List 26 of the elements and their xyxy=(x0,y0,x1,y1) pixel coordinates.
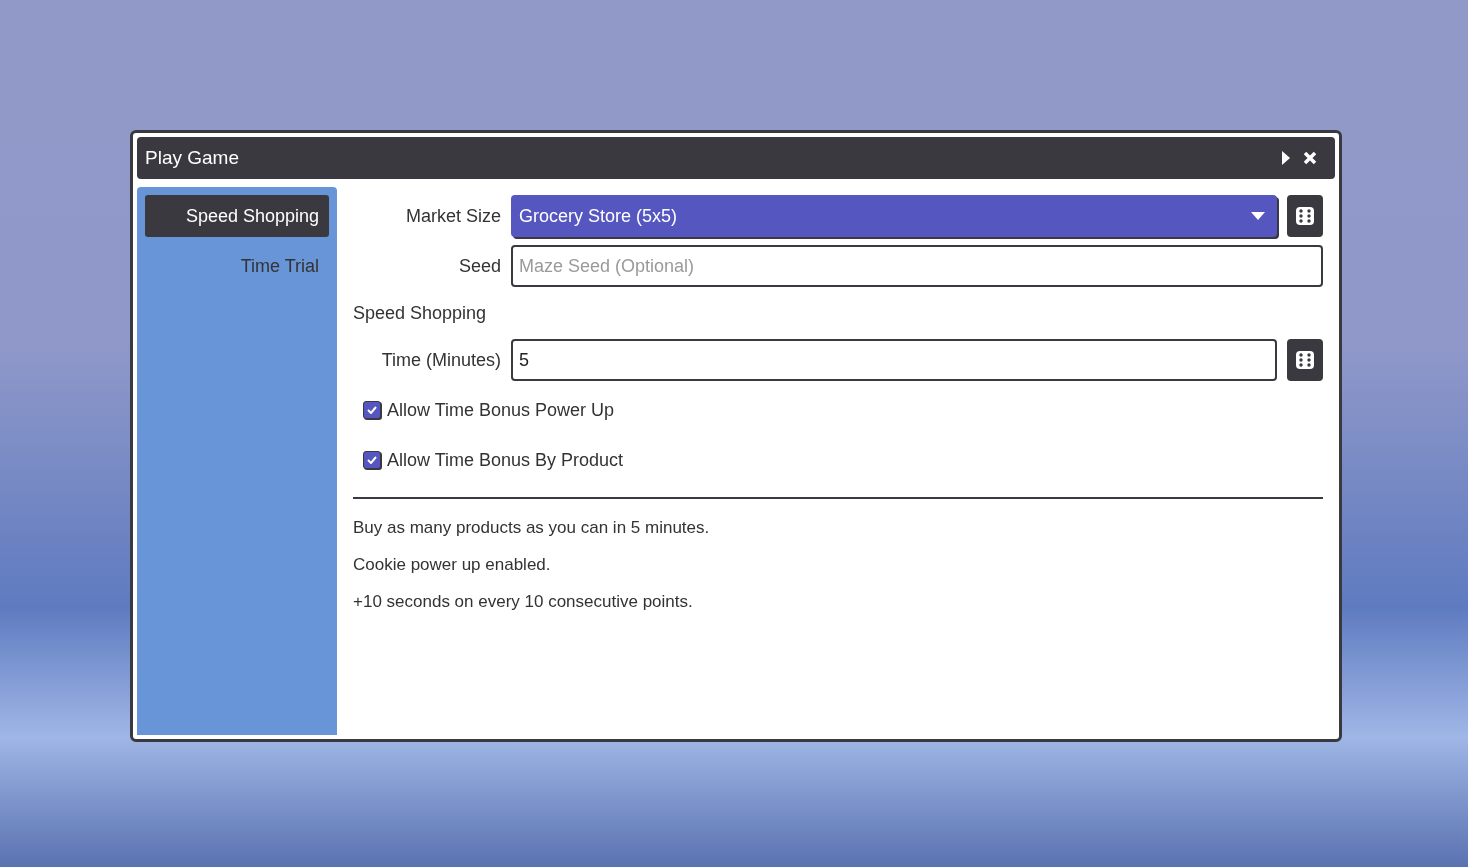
checkbox-label: Allow Time Bonus Power Up xyxy=(387,399,615,421)
dice-icon xyxy=(1295,350,1315,370)
caret-icon xyxy=(1251,212,1265,220)
sidebar-item[interactable]: Speed Shopping xyxy=(145,195,329,237)
field-label: Seed xyxy=(457,255,501,277)
check-icon xyxy=(367,406,377,414)
check-icon xyxy=(367,456,377,464)
close-icon xyxy=(1303,151,1317,165)
window-title: Play Game xyxy=(145,147,240,169)
seed-input[interactable]: Maze Seed (Optional) xyxy=(511,245,1323,287)
time-input[interactable]: 5 xyxy=(511,339,1277,381)
sidebar-item[interactable]: Time Trial xyxy=(145,245,329,287)
description-text: +10 seconds on every 10 consecutive points. xyxy=(353,591,694,613)
checkbox[interactable] xyxy=(363,451,381,469)
description-text: Buy as many products as you can in 5 minutes. xyxy=(353,517,711,539)
market-size-dropdown[interactable]: Grocery Store (5x5) xyxy=(511,195,1277,237)
section-title: Speed Shopping xyxy=(353,301,488,325)
play-icon xyxy=(1281,151,1291,165)
description-text: Cookie power up enabled. xyxy=(353,554,552,576)
random-button[interactable] xyxy=(1287,195,1323,237)
dice-icon xyxy=(1295,206,1315,226)
field-label: Market Size xyxy=(404,205,501,227)
random-button[interactable] xyxy=(1287,339,1323,381)
checkbox-label: Allow Time Bonus By Product xyxy=(387,449,624,471)
checkbox[interactable] xyxy=(363,401,381,419)
field-label: Time (Minutes) xyxy=(380,349,501,371)
